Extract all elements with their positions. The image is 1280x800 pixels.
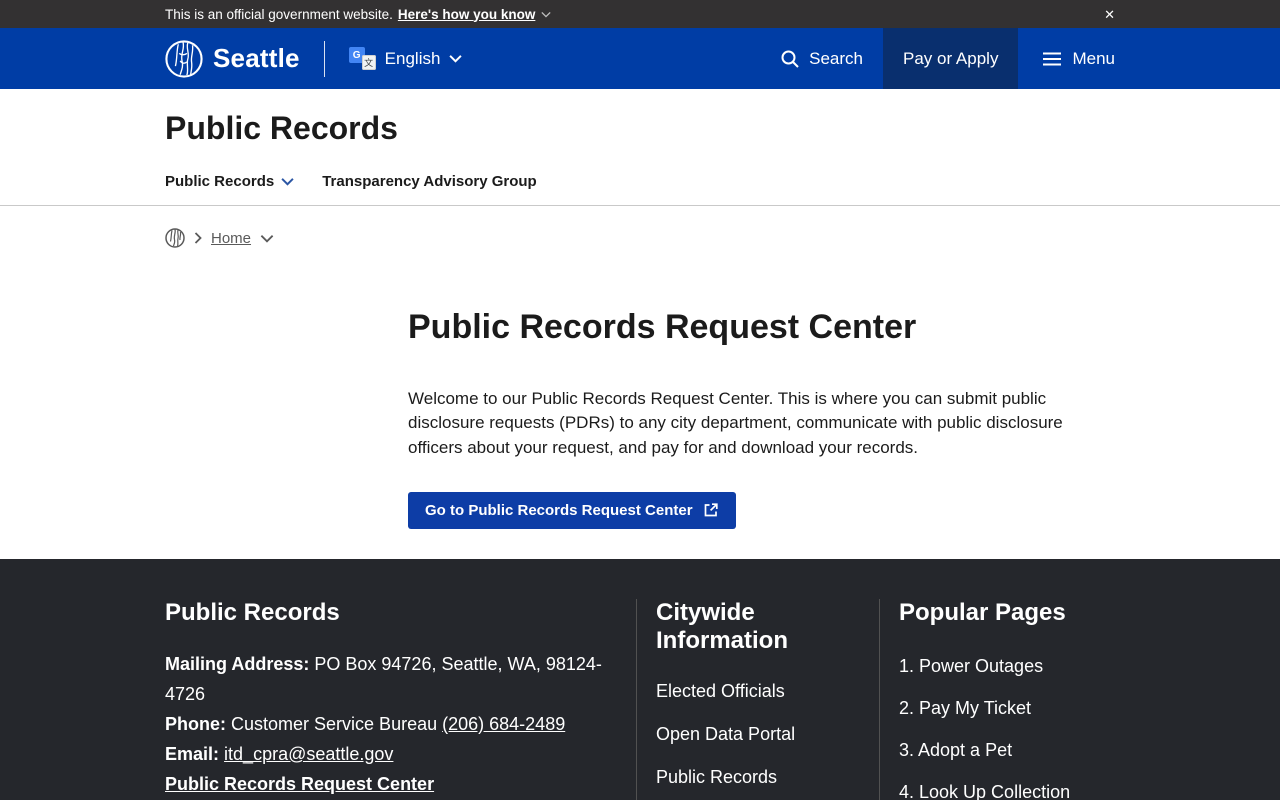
language-selector[interactable]: G文 English (348, 47, 463, 70)
seattle-logo-icon (165, 39, 203, 78)
popular-link-look-up-collection-day[interactable]: 4. Look Up Collection Day (899, 779, 1081, 800)
search-button[interactable]: Search (780, 49, 863, 69)
popular-link-adopt-a-pet[interactable]: 3. Adopt a Pet (899, 737, 1081, 763)
footer-popular-title: Popular Pages (899, 598, 1066, 626)
chevron-down-icon[interactable] (260, 234, 274, 243)
cta-label: Go to Public Records Request Center (425, 501, 693, 519)
citywide-link-public-records[interactable]: Public Records (656, 767, 839, 788)
footer-contact-column: Public Records Mailing Address: PO Box 9… (165, 598, 637, 800)
page-title: Public Records (165, 110, 398, 146)
gov-banner: This is an official government website. … (0, 0, 1280, 28)
breadcrumb: Home (0, 206, 1280, 270)
chevron-right-icon (194, 232, 202, 244)
email-label: Email: (165, 743, 220, 764)
footer-popular-column: Popular Pages 1. Power Outages 2. Pay My… (880, 599, 1100, 800)
seattle-home-link[interactable]: Seattle (165, 39, 300, 78)
header-divider (323, 40, 325, 77)
section-nav: Public Records Transparency Advisory Gro… (165, 173, 1115, 205)
menu-label: Menu (1072, 48, 1115, 68)
gov-banner-text: This is an official government website. (165, 6, 393, 22)
breadcrumb-home-link[interactable]: Home (211, 230, 251, 247)
nav-item-label: Public Records (165, 173, 275, 190)
phone-link[interactable]: (206) 684-2489 (442, 714, 565, 734)
search-label: Search (809, 48, 864, 68)
page-header: Public Records Public Records Transparen… (0, 89, 1280, 206)
citywide-link-open-data-portal[interactable]: Open Data Portal (656, 724, 839, 745)
request-center-link[interactable]: Public Records Request Center (165, 774, 434, 794)
main-title: Public Records Request Center (408, 308, 917, 346)
brand-wordmark: Seattle (213, 43, 300, 73)
chevron-down-icon (281, 177, 294, 186)
site-header: Seattle G文 English Search Pay or Apply M… (0, 28, 1280, 89)
pay-or-apply-button[interactable]: Pay or Apply (883, 28, 1019, 89)
go-to-request-center-button[interactable]: Go to Public Records Request Center (408, 491, 736, 529)
search-icon (780, 49, 800, 69)
footer-citywide-title: Citywide Information (656, 598, 788, 654)
popular-link-power-outages[interactable]: 1. Power Outages (899, 653, 1081, 679)
pay-or-apply-label: Pay or Apply (903, 48, 999, 68)
nav-item-label: Transparency Advisory Group (322, 173, 537, 190)
footer-citywide-column: Citywide Information Elected Officials O… (637, 598, 880, 800)
breadcrumb-logo-icon[interactable] (165, 228, 185, 248)
footer-contact-title: Public Records (165, 598, 340, 626)
mailing-address-label: Mailing Address: (165, 653, 310, 674)
menu-icon (1042, 51, 1062, 67)
translate-icon: G文 (348, 47, 376, 70)
intro-paragraph: Welcome to our Public Records Request Ce… (408, 389, 1063, 457)
phone-text: Customer Service Bureau (231, 713, 438, 734)
email-link[interactable]: itd_cpra@seattle.gov (224, 744, 393, 764)
close-icon[interactable]: ✕ (1104, 8, 1115, 21)
site-footer: Public Records Mailing Address: PO Box 9… (0, 558, 1280, 800)
nav-item-transparency-advisory-group[interactable]: Transparency Advisory Group (322, 173, 537, 190)
external-link-icon (703, 502, 719, 518)
menu-button[interactable]: Menu (1042, 49, 1115, 69)
language-label: English (384, 48, 441, 68)
citywide-link-elected-officials[interactable]: Elected Officials (656, 681, 839, 702)
how-you-know-link[interactable]: Here's how you know (398, 7, 536, 22)
chevron-down-icon (541, 11, 551, 18)
chevron-down-icon (449, 54, 463, 63)
phone-label: Phone: (165, 713, 226, 734)
popular-link-pay-my-ticket[interactable]: 2. Pay My Ticket (899, 695, 1081, 721)
nav-item-public-records[interactable]: Public Records (165, 173, 294, 190)
main-content: Public Records Request Center Welcome to… (165, 270, 1115, 559)
